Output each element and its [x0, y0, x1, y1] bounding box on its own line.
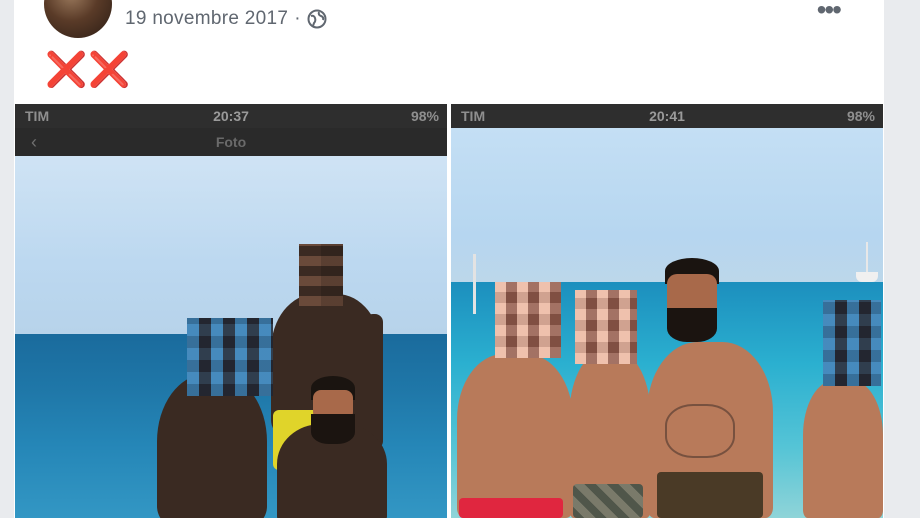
- battery-label: 98%: [410, 108, 439, 124]
- camo-shorts: [573, 484, 643, 518]
- red-shorts: [459, 498, 563, 518]
- post-card: 19 novembre 2017 · ••• ❌❌ TIM 20:37 98% …: [14, 0, 884, 518]
- sailboat-mast: [866, 242, 868, 274]
- photo-right[interactable]: TIM 20:41 98%: [451, 104, 883, 518]
- more-options-icon[interactable]: •••: [817, 0, 842, 26]
- beard: [667, 308, 717, 342]
- blurred-face: [495, 282, 561, 358]
- photo-app-bar: ‹ Foto: [15, 128, 447, 156]
- post-meta: 19 novembre 2017 ·: [125, 7, 327, 31]
- status-time: 20:37: [213, 108, 249, 124]
- sailboat: [856, 272, 878, 282]
- sky: [451, 128, 883, 282]
- blurred-face: [299, 244, 343, 306]
- blurred-face: [187, 318, 273, 396]
- status-time: 20:41: [649, 108, 685, 124]
- beard: [311, 414, 355, 444]
- phone-status-bar: TIM 20:37 98%: [15, 104, 447, 128]
- profile-avatar[interactable]: [44, 0, 112, 38]
- sky: [15, 156, 447, 334]
- person-red-shorts: [457, 354, 573, 518]
- photo-app-title: Foto: [215, 134, 247, 150]
- post-date[interactable]: 19 novembre 2017: [125, 8, 288, 30]
- globe-icon: [307, 9, 327, 29]
- meta-separator: ·: [294, 8, 301, 29]
- flag-pole: [473, 254, 476, 314]
- battery-label: 98%: [846, 108, 875, 124]
- patterned-shorts: [657, 472, 763, 518]
- person-right: [803, 380, 883, 518]
- phone-status-bar: TIM 20:41 98%: [451, 104, 883, 128]
- blurred-face: [575, 290, 637, 364]
- chest-tattoo: [665, 404, 735, 458]
- photo-left[interactable]: TIM 20:37 98% ‹ Foto: [15, 104, 447, 518]
- post-text: ❌❌: [45, 50, 132, 90]
- person-standing-arm: [365, 314, 383, 449]
- blurred-face: [823, 300, 881, 386]
